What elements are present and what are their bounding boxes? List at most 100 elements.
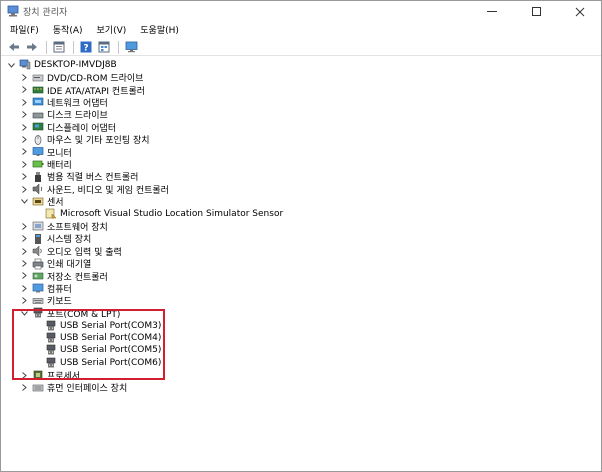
tree-row[interactable]: 시스템 장치 [20, 233, 91, 245]
forward-button[interactable] [24, 39, 40, 55]
tree-item-label: 배터리 [47, 160, 72, 171]
chevron-right-icon[interactable] [20, 183, 29, 195]
menu-action[interactable]: 동작(A) [48, 23, 88, 39]
tree-row[interactable]: 프로세서 [20, 369, 80, 382]
tree-row[interactable]: 오디오 입력 및 출력 [20, 245, 122, 258]
tree-row[interactable]: USB Serial Port(COM4) [33, 332, 161, 344]
back-button[interactable] [6, 39, 22, 55]
toolbar: ? [1, 39, 601, 56]
chevron-right-icon[interactable] [20, 72, 29, 84]
device-view-button[interactable] [96, 39, 112, 55]
chevron-right-icon[interactable] [20, 282, 29, 294]
tree-item-label: 인쇄 대기열 [47, 260, 92, 271]
close-button[interactable] [558, 1, 602, 22]
chevron-right-icon[interactable] [20, 121, 29, 133]
tree-item-label: USB Serial Port(COM5) [60, 345, 162, 356]
device-tree[interactable]: DESKTOP-IMVDJ8B DVD/CD-ROM 드라이브 IDE ATA/AT… [1, 57, 601, 471]
monitor-icon [32, 146, 44, 157]
tree-row[interactable]: 디스플레이 어댑터 [20, 121, 116, 134]
minimize-icon [487, 11, 497, 12]
tree-row[interactable]: 컴퓨터 [20, 282, 72, 295]
help-button[interactable]: ? [78, 39, 94, 55]
chevron-right-icon[interactable] [20, 220, 29, 232]
tree-row[interactable]: USB Serial Port(COM6) [33, 357, 161, 369]
tree-item-label: IDE ATA/ATAPI 컨트롤러 [47, 86, 146, 97]
port-icon [45, 320, 57, 331]
tree-item-label: 사운드, 비디오 및 게임 컨트롤러 [47, 185, 169, 196]
chevron-right-icon[interactable] [20, 270, 29, 282]
tree-row[interactable]: 휴먼 인터페이스 장치 [20, 381, 127, 394]
minimize-button[interactable] [470, 1, 514, 22]
software-device-icon [32, 221, 44, 232]
tree-row[interactable]: IDE ATA/ATAPI 컨트롤러 [20, 84, 146, 97]
sensor-device-icon [45, 208, 57, 219]
tree-item-label: 시스템 장치 [47, 235, 92, 246]
menu-view[interactable]: 보기(V) [92, 23, 132, 39]
menu-bar: 파일(F) 동작(A) 보기(V) 도움말(H) [1, 22, 601, 39]
chevron-right-icon[interactable] [20, 84, 29, 96]
tree-row[interactable]: 키보드 [20, 295, 72, 307]
chevron-right-icon[interactable] [20, 158, 29, 170]
chevron-right-icon[interactable] [20, 382, 29, 394]
tree-row[interactable]: 모니터 [20, 146, 72, 159]
chevron-right-icon[interactable] [20, 109, 29, 121]
tree-row[interactable]: Microsoft Visual Studio Location Simulat… [33, 208, 283, 220]
sound-icon [32, 183, 44, 195]
ide-icon [32, 84, 44, 95]
tree-row[interactable]: 마우스 및 기타 포인팅 장치 [20, 133, 150, 146]
toolbar-separator [73, 40, 74, 54]
tree-row[interactable]: USB Serial Port(COM3) [33, 319, 161, 331]
tree-row[interactable]: 범용 직렬 버스 컨트롤러 [20, 171, 138, 183]
back-icon [9, 43, 19, 51]
tree-row[interactable]: USB Serial Port(COM5) [33, 344, 161, 356]
tree-row[interactable]: 배터리 [20, 158, 72, 171]
properties-icon [53, 41, 65, 53]
tree-item-label: DESKTOP-IMVDJ8B [34, 60, 117, 71]
chevron-right-icon[interactable] [20, 233, 29, 245]
menu-file[interactable]: 파일(F) [5, 23, 44, 39]
tree-row[interactable]: DESKTOP-IMVDJ8B [7, 59, 117, 71]
processor-icon [32, 370, 44, 381]
tree-item-label: 컴퓨터 [47, 284, 72, 295]
chevron-down-icon[interactable] [7, 59, 16, 71]
tree-row[interactable]: 사운드, 비디오 및 게임 컨트롤러 [20, 183, 169, 196]
tree-row[interactable]: 소프트웨어 장치 [20, 220, 108, 233]
port-icon [45, 332, 57, 343]
maximize-icon [531, 7, 541, 16]
tree-row[interactable]: DVD/CD-ROM 드라이브 [20, 71, 144, 85]
chevron-right-icon[interactable] [20, 134, 29, 146]
audio-icon [32, 245, 44, 257]
chevron-right-icon[interactable] [20, 146, 29, 158]
tree-row[interactable]: 센서 [20, 195, 64, 208]
chevron-right-icon[interactable] [20, 245, 29, 257]
tree-item-label: USB Serial Port(COM4) [60, 332, 162, 343]
chevron-down-icon[interactable] [20, 196, 29, 208]
tree-row[interactable]: 포트(COM & LPT) [20, 307, 121, 320]
help-icon: ? [80, 41, 92, 53]
close-icon [575, 7, 585, 16]
chevron-right-icon[interactable] [20, 295, 29, 307]
tree-row[interactable]: 네트워크 어댑터 [20, 96, 108, 109]
maximize-button[interactable] [514, 1, 558, 22]
tree-item-label: 네트워크 어댑터 [47, 98, 108, 109]
tree-row[interactable]: 인쇄 대기열 [20, 257, 92, 271]
title-bar[interactable]: 장치 관리자 [1, 1, 601, 22]
scan-hardware-button[interactable] [123, 39, 139, 55]
tree-row[interactable]: 디스크 드라이브 [20, 109, 108, 121]
tree-item-label: 오디오 입력 및 출력 [47, 247, 122, 258]
chevron-right-icon[interactable] [20, 171, 29, 183]
battery-icon [32, 159, 44, 170]
tree-item-label: 포트(COM & LPT) [47, 309, 121, 320]
chevron-right-icon[interactable] [20, 258, 29, 270]
tree-item-label: USB Serial Port(COM6) [60, 357, 162, 368]
tree-item-label: DVD/CD-ROM 드라이브 [47, 74, 144, 85]
properties-button[interactable] [51, 39, 67, 55]
chevron-right-icon[interactable] [20, 369, 29, 381]
chevron-right-icon[interactable] [20, 96, 29, 108]
chevron-down-icon[interactable] [20, 307, 29, 319]
menu-help[interactable]: 도움말(H) [135, 23, 184, 39]
tree-row[interactable]: 저장소 컨트롤러 [20, 270, 108, 283]
